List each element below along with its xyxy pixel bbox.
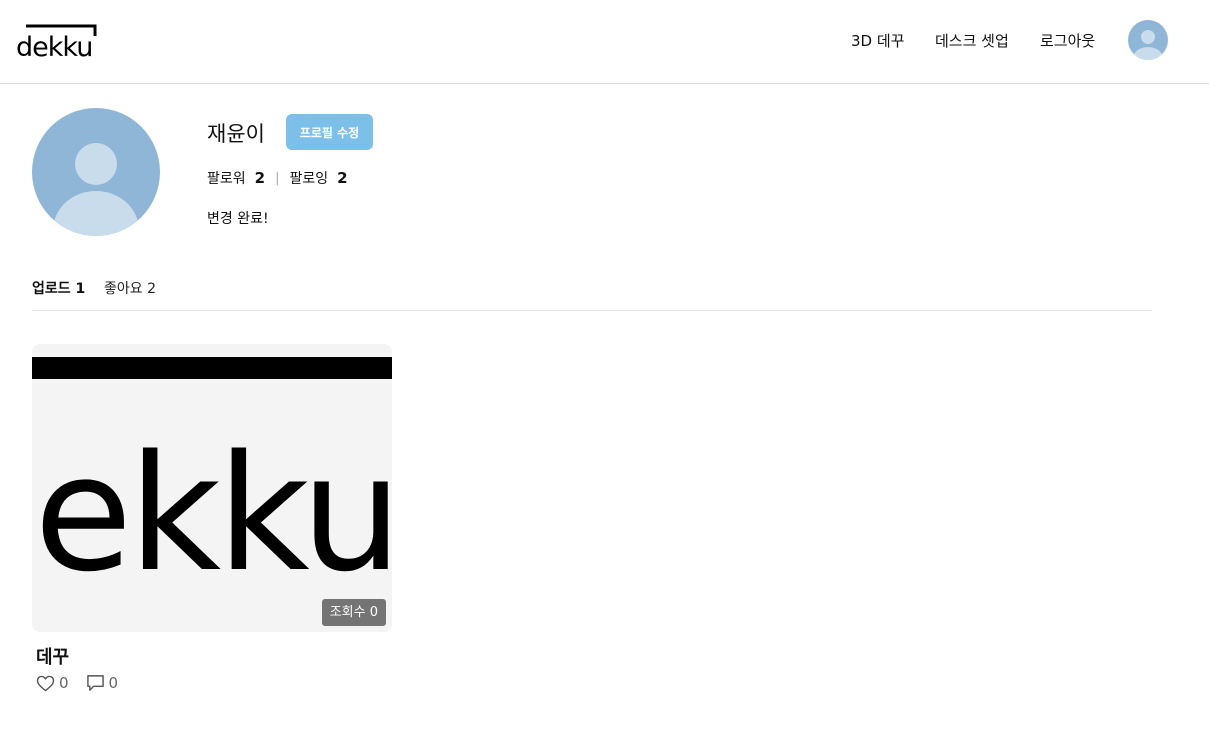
comment-button[interactable]: 0 xyxy=(86,674,119,692)
comment-icon xyxy=(86,675,104,691)
edit-profile-button[interactable]: 프로필 수정 xyxy=(286,114,373,150)
post-title[interactable]: 데꾸 xyxy=(36,643,69,669)
tab-likes[interactable]: 좋아요 2 xyxy=(104,278,156,298)
followers-label: 팔로워 xyxy=(207,171,246,187)
followers-count: 2 xyxy=(254,169,266,187)
follow-separator: | xyxy=(275,170,280,186)
heart-icon xyxy=(36,675,55,691)
user-avatar-icon xyxy=(1133,30,1163,60)
nav-logout[interactable]: 로그아웃 xyxy=(1040,30,1095,51)
post-stats: 0 0 xyxy=(36,674,118,692)
tab-uploads[interactable]: 업로드 1 xyxy=(32,278,85,298)
comment-count: 0 xyxy=(108,674,119,692)
dekku-logo[interactable]: dekku xyxy=(16,22,97,60)
like-count: 0 xyxy=(59,674,69,692)
follow-stats: 팔로워 2 | 팔로잉 2 xyxy=(207,168,348,188)
user-avatar-icon xyxy=(53,143,139,236)
tab-divider xyxy=(32,310,1152,311)
following-count: 2 xyxy=(337,169,348,187)
thumbnail-logo-text: ekku xyxy=(34,420,392,607)
profile-bio: 변경 완료! xyxy=(207,211,269,227)
following-link[interactable]: 팔로잉 2 xyxy=(289,168,347,188)
logo-text: dekku xyxy=(16,32,92,60)
view-count-badge: 조회수 0 xyxy=(321,599,386,626)
profile-avatar xyxy=(32,108,160,236)
header-avatar[interactable] xyxy=(1128,20,1168,60)
top-header: dekku 3D 데꾸 데스크 셋업 로그아웃 xyxy=(0,0,1209,84)
nav-3d-dekku[interactable]: 3D 데꾸 xyxy=(851,30,904,51)
thumbnail-logo-bar xyxy=(32,357,392,379)
profile-username: 재윤이 xyxy=(207,122,265,146)
post-thumbnail[interactable]: ekku 조회수 0 xyxy=(32,344,392,632)
nav-desk-setup[interactable]: 데스크 셋업 xyxy=(935,30,1009,51)
following-label: 팔로잉 xyxy=(289,171,329,187)
like-button[interactable]: 0 xyxy=(36,674,69,692)
followers-link[interactable]: 팔로워 2 xyxy=(207,168,265,188)
dekku-logo-mark: dekku xyxy=(16,24,97,60)
